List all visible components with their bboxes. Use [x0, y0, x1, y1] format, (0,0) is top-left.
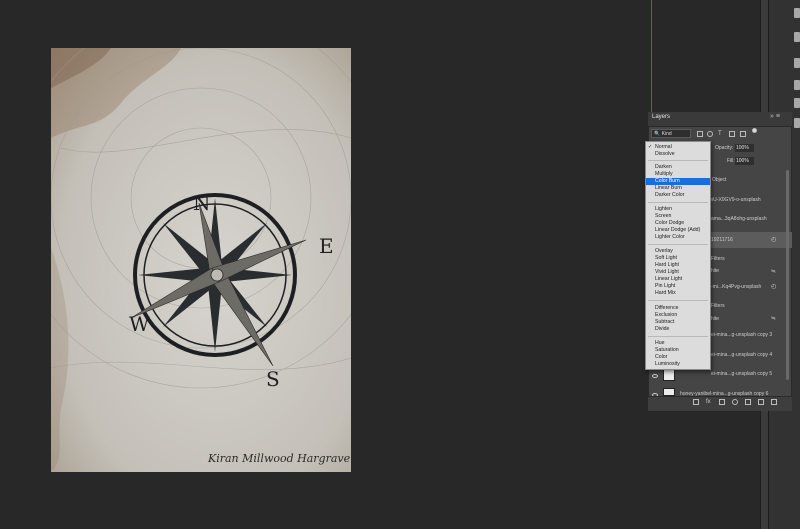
blend-option-luminosity[interactable]: Luminosity [646, 361, 710, 368]
fx-icon[interactable]: fx [706, 399, 712, 405]
blend-option-hard-light[interactable]: Hard Light [646, 262, 710, 269]
menu-separator [648, 202, 708, 203]
blend-option-vivid-light[interactable]: Vivid Light [646, 269, 710, 276]
properties-icon[interactable] [794, 98, 800, 108]
opacity-label: Opacity: [715, 145, 734, 151]
layer-name[interactable]: ei-mina...g-unsplash copy 4 [711, 352, 772, 358]
filter-adjustment-icon[interactable] [707, 131, 713, 137]
blend-option-linear-dodge[interactable]: Linear Dodge (Add) [646, 227, 710, 234]
layer-name[interactable]: hite [711, 316, 719, 322]
fill-input[interactable]: 100% [735, 157, 754, 165]
blend-option-lighten[interactable]: Lighten [646, 206, 710, 213]
compass-letter-e: E [319, 234, 334, 258]
filter-kind-select[interactable]: 🔍 Kind [651, 129, 691, 138]
layer-name[interactable]: 19211716 [711, 237, 733, 243]
blend-option-hard-mix[interactable]: Hard Mix [646, 290, 710, 297]
filter-shape-icon[interactable] [729, 131, 735, 137]
compass-letter-s: S [266, 367, 280, 391]
blend-option-color[interactable]: Color [646, 354, 710, 361]
layer-name[interactable]: -mi...Kq4Pvg-unsplash [711, 284, 761, 290]
layer-name[interactable]: ei-mina...g-unsplash copy 3 [711, 332, 772, 338]
layer-name[interactable]: Object [712, 177, 726, 183]
add-mask-icon[interactable] [719, 399, 725, 405]
blend-option-exclusion[interactable]: Exclusion [646, 312, 710, 319]
compass-letter-n: N [193, 191, 211, 215]
filter-effects-icon: ≒ [771, 269, 777, 275]
blend-option-color-dodge[interactable]: Color Dodge [646, 220, 710, 227]
blend-option-overlay[interactable]: Overlay [646, 248, 710, 255]
menu-separator [648, 160, 708, 161]
document-canvas[interactable]: N E S W [51, 48, 351, 472]
color-icon[interactable] [794, 32, 800, 42]
filter-kind-label: Kind [661, 131, 672, 137]
blend-option-divide[interactable]: Divide [646, 326, 710, 333]
fill-label: Fill: [727, 158, 735, 164]
menu-separator [648, 336, 708, 337]
layer-name[interactable]: Filters [711, 256, 725, 262]
panel-menu-icon[interactable]: » ≡ [770, 113, 780, 120]
layer-thumbnail [663, 388, 675, 396]
compass-letter-w: W [129, 312, 150, 336]
blend-option-screen[interactable]: Screen [646, 213, 710, 220]
blend-option-multiply[interactable]: Multiply [646, 171, 710, 178]
smart-object-badge-icon: ◴ [771, 284, 777, 290]
filter-smart-object-icon[interactable] [740, 131, 746, 137]
new-group-icon[interactable] [745, 399, 751, 405]
smart-object-badge-icon: ◴ [771, 237, 777, 243]
layer-thumbnail [663, 369, 675, 381]
layer-name[interactable]: ei-mina...g-unsplash copy 5 [711, 371, 772, 377]
blend-option-dissolve[interactable]: Dissolve [646, 151, 710, 158]
blend-option-saturation[interactable]: Saturation [646, 347, 710, 354]
blend-option-linear-light[interactable]: Linear Light [646, 276, 710, 283]
link-layers-icon[interactable] [693, 399, 699, 405]
blend-option-hue[interactable]: Hue [646, 340, 710, 347]
layers-dock-icon[interactable] [794, 118, 800, 128]
opacity-input[interactable]: 100% [735, 144, 754, 152]
menu-separator [648, 244, 708, 245]
layer-name[interactable]: ama...3qA8ohg-unsplash [711, 216, 767, 222]
blend-option-darker-color[interactable]: Darker Color [646, 192, 710, 199]
blend-option-difference[interactable]: Difference [646, 305, 710, 312]
trash-icon[interactable] [771, 399, 777, 405]
blend-option-linear-burn[interactable]: Linear Burn [646, 185, 710, 192]
adjustment-layer-icon[interactable] [732, 399, 738, 405]
blend-option-darken[interactable]: Darken [646, 164, 710, 171]
blend-option-lighter-color[interactable]: Lighter Color [646, 234, 710, 241]
filter-type-icon[interactable]: T [718, 131, 724, 137]
layers-panel-title[interactable]: Layers [652, 114, 670, 120]
layer-name[interactable]: mU-X0GV9-o-unsplash [709, 197, 761, 203]
author-signature: Kiran Millwood Hargrave [208, 452, 351, 465]
blend-option-soft-light[interactable]: Soft Light [646, 255, 710, 262]
history-icon[interactable] [794, 8, 800, 18]
blend-option-pin-light[interactable]: Pin Light [646, 283, 710, 290]
visibility-eye-icon[interactable] [652, 374, 658, 378]
book-cover-artwork: N E S W [51, 48, 351, 472]
filter-pixel-icon[interactable] [697, 131, 703, 137]
filter-effects-icon: ≒ [771, 316, 777, 322]
blend-option-color-burn[interactable]: Color Burn [646, 178, 710, 185]
new-layer-icon[interactable] [758, 399, 764, 405]
blend-option-subtract[interactable]: Subtract [646, 319, 710, 326]
blend-option-normal[interactable]: Normal [646, 144, 710, 151]
layer-name[interactable]: Filters [711, 303, 725, 309]
menu-separator [648, 300, 708, 301]
adjustments-icon[interactable] [794, 80, 800, 90]
layer-name[interactable]: hite [711, 268, 719, 274]
filter-toggle-icon[interactable] [752, 128, 757, 133]
canvas-guide-line [651, 0, 652, 112]
swatches-icon[interactable] [794, 58, 800, 68]
layers-scrollbar[interactable] [786, 170, 789, 380]
